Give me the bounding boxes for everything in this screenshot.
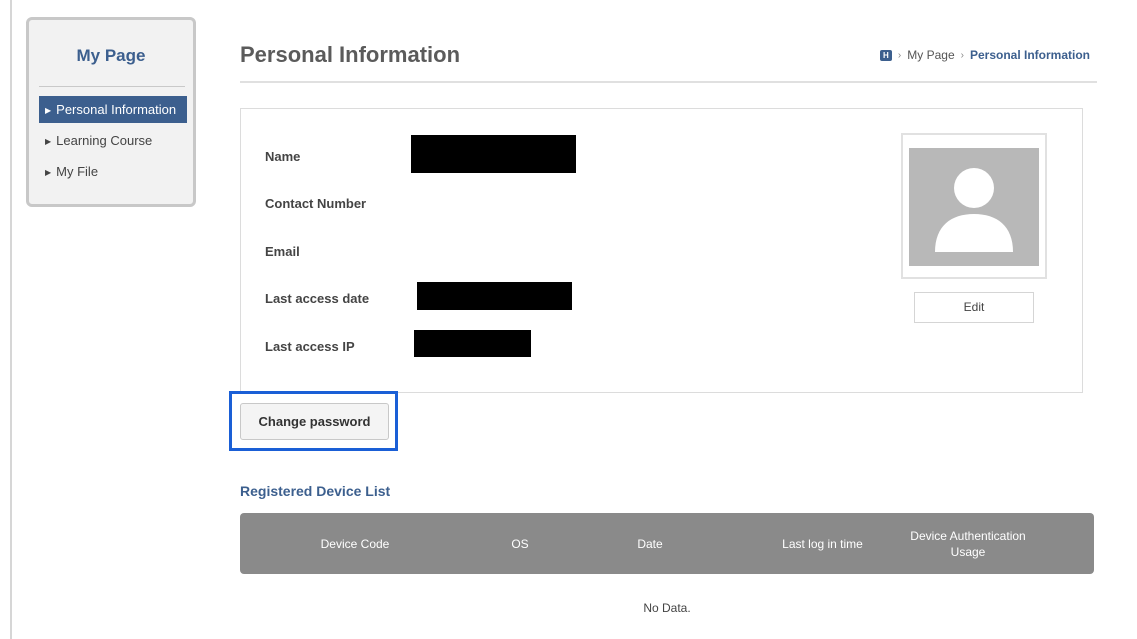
- last-access-date-label: Last access date: [265, 291, 370, 306]
- breadcrumb-separator-icon: ›: [960, 49, 964, 61]
- column-last-log-in-time: Last log in time: [782, 536, 863, 551]
- change-password-button[interactable]: Change password: [240, 403, 389, 440]
- column-device-code: Device Code: [320, 536, 390, 551]
- sidebar-item-personal-information[interactable]: ▶ Personal Information: [39, 96, 187, 123]
- caret-right-icon: ▶: [45, 106, 52, 115]
- user-silhouette-icon: [909, 148, 1039, 266]
- last-access-ip-redacted: [414, 330, 531, 357]
- sidebar-item-label: My File: [56, 164, 99, 179]
- sidebar: My Page ▶ Personal Information ▶ Learning …: [26, 17, 196, 207]
- sidebar-title: My Page: [76, 46, 146, 65]
- left-border-rule: [10, 0, 12, 639]
- column-device-authentication-usage: Device Authentication Usage: [910, 528, 1026, 559]
- page-title: Personal Information: [240, 42, 461, 67]
- personal-info-panel: Name Contact Number Email Last access da…: [240, 108, 1083, 393]
- sidebar-item-learning-course[interactable]: ▶ Learning Course: [39, 127, 187, 154]
- home-icon[interactable]: H: [879, 49, 892, 61]
- header-divider: [240, 81, 1097, 83]
- sidebar-nav: ▶ Personal Information ▶ Learning Course ▶…: [39, 96, 187, 189]
- email-label: Email: [265, 244, 300, 259]
- last-access-date-redacted: [417, 282, 572, 310]
- breadcrumb-separator-icon: ›: [897, 49, 902, 61]
- sidebar-item-label: Learning Course: [56, 133, 153, 148]
- sidebar-item-label: Personal Information: [56, 102, 177, 117]
- edit-photo-button[interactable]: Edit: [914, 292, 1034, 323]
- device-table-empty-message: No Data.: [643, 601, 691, 615]
- caret-right-icon: ▶: [45, 168, 52, 177]
- breadcrumb-current: Personal Information: [969, 48, 1090, 62]
- contact-number-label: Contact Number: [265, 196, 367, 211]
- caret-right-icon: ▶: [45, 137, 52, 146]
- name-value-redacted: [411, 135, 576, 173]
- last-access-ip-label: Last access IP: [265, 339, 355, 354]
- column-os: OS: [511, 536, 529, 551]
- sidebar-item-my-file[interactable]: ▶ My File: [39, 158, 187, 185]
- name-label: Name: [265, 149, 301, 164]
- profile-photo: [901, 133, 1047, 279]
- device-list-title: Registered Device List: [240, 483, 391, 499]
- sidebar-divider: [39, 86, 185, 87]
- device-table-header: Device Code OS Date Last log in time Dev…: [240, 513, 1094, 574]
- breadcrumb: H › My Page › Personal Information: [879, 48, 1090, 62]
- column-date: Date: [637, 536, 663, 551]
- breadcrumb-my-page[interactable]: My Page: [907, 48, 954, 62]
